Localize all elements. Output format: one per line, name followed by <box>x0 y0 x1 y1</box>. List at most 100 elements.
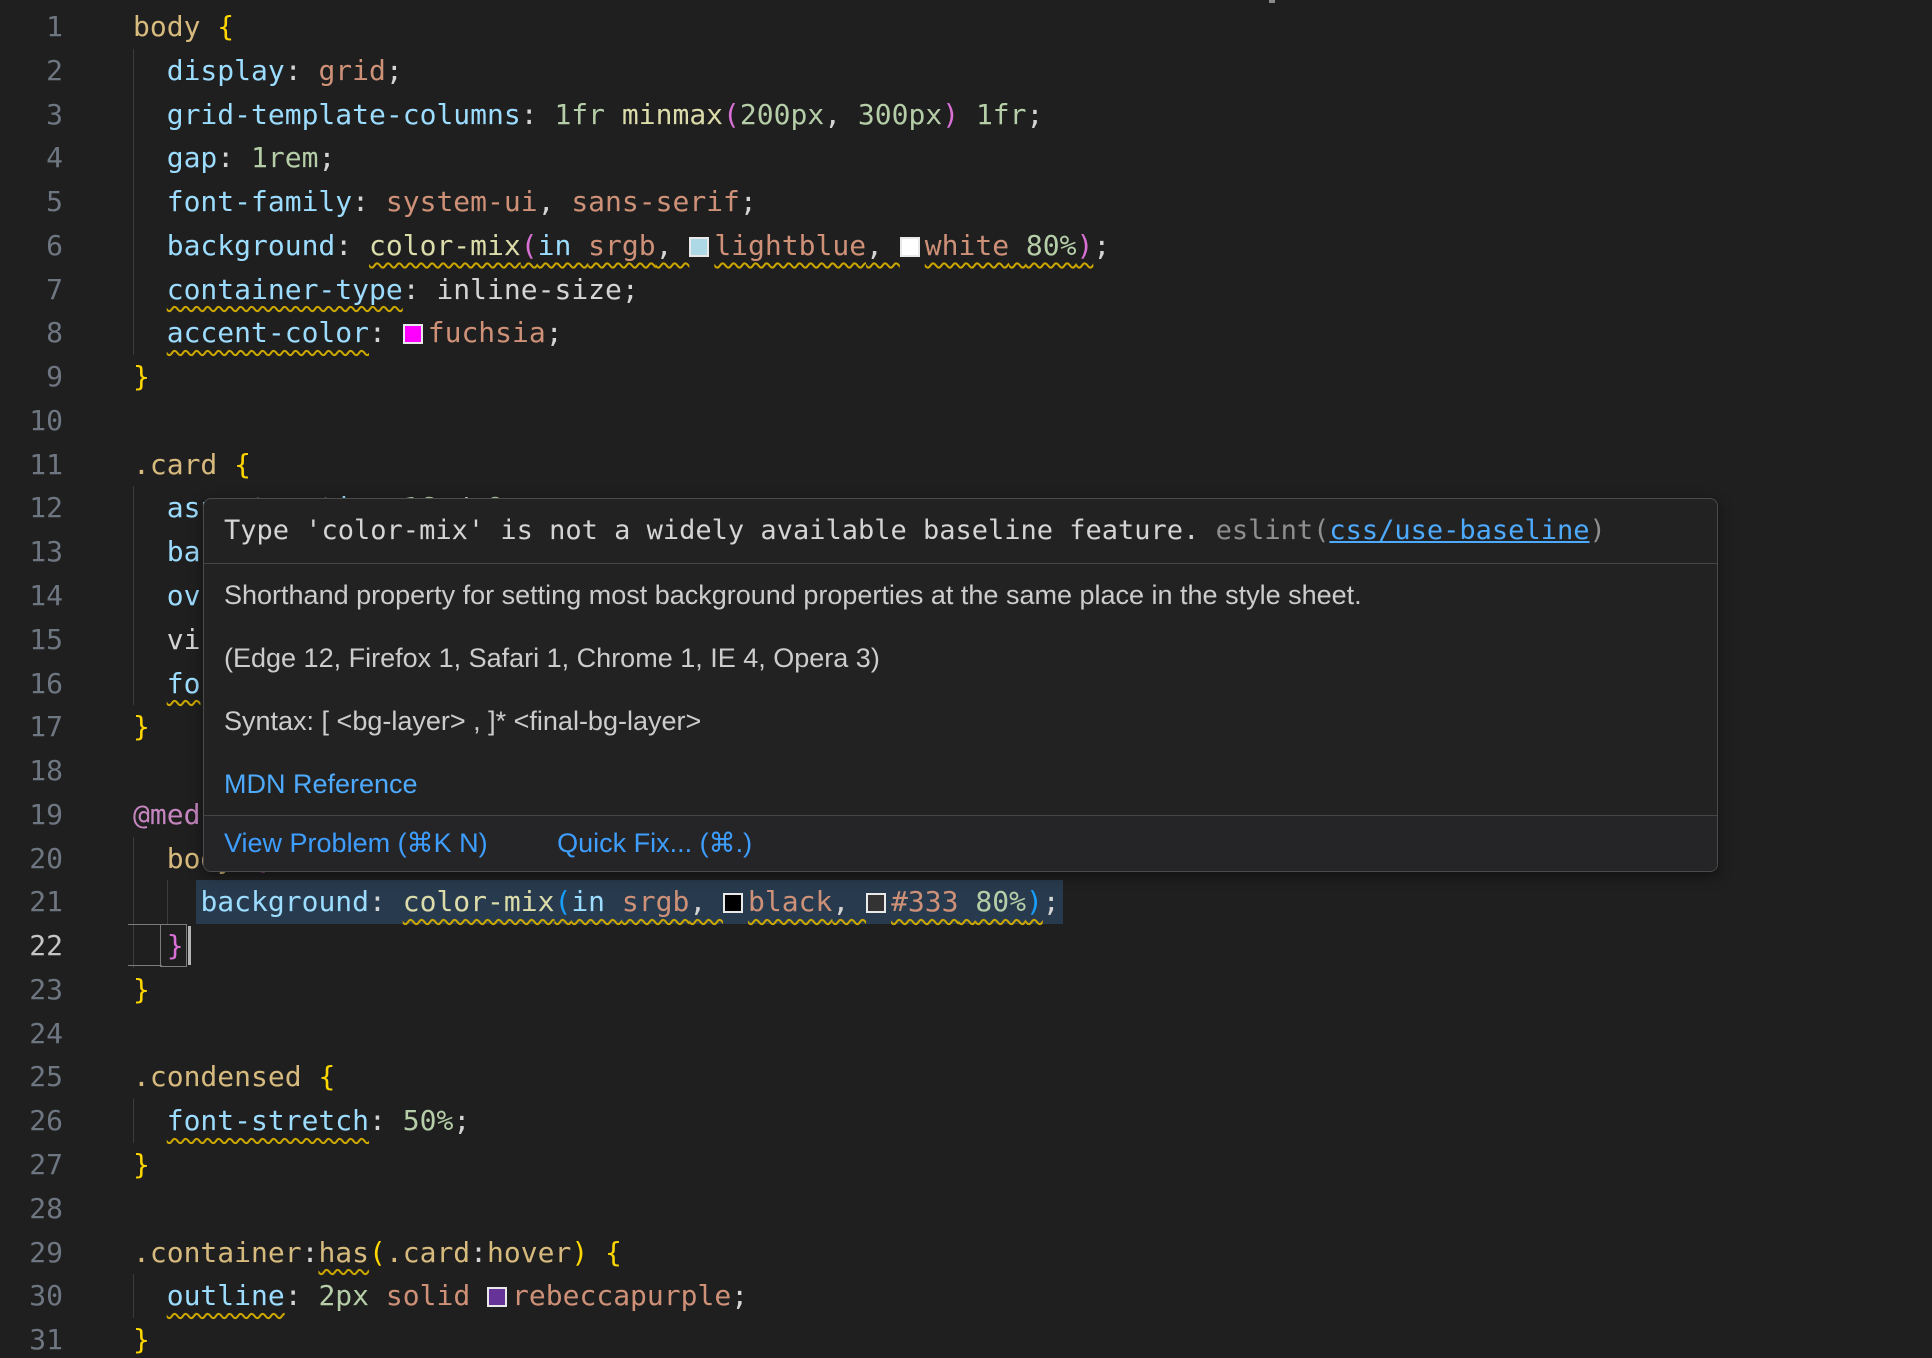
code-token[interactable]: : <box>217 141 251 174</box>
code-token[interactable]: ; <box>453 1104 470 1137</box>
line-number[interactable]: 31 <box>0 1318 63 1358</box>
code-token[interactable]: lightblue <box>714 229 866 262</box>
line-number[interactable]: 22 <box>0 924 63 968</box>
code-token[interactable]: : <box>369 1104 403 1137</box>
code-line[interactable]: 27} <box>0 1143 1932 1187</box>
code-token[interactable]: 1fr <box>976 98 1027 131</box>
code-line[interactable]: 6 background: color-mix(in srgb, lightbl… <box>0 224 1932 268</box>
code-text[interactable]: grid-template-columns: 1fr minmax(200px,… <box>133 93 1043 137</box>
color-swatch[interactable] <box>689 237 709 257</box>
code-token[interactable]: ( <box>554 885 571 918</box>
mdn-reference-link[interactable]: MDN Reference <box>224 753 1697 816</box>
code-token[interactable] <box>133 1104 167 1137</box>
code-token[interactable]: srgb <box>588 229 655 262</box>
code-token[interactable]: gap <box>167 141 218 174</box>
code-text[interactable]: fo <box>133 662 200 706</box>
code-token[interactable]: } <box>133 973 150 1006</box>
code-text[interactable]: @med <box>133 793 200 837</box>
code-token[interactable]: } <box>133 1323 150 1356</box>
code-token[interactable]: { <box>605 1236 622 1269</box>
code-token[interactable]: ; <box>318 141 335 174</box>
code-token[interactable]: has <box>318 1236 369 1269</box>
code-token[interactable]: ( <box>521 229 538 262</box>
code-token[interactable]: ; <box>386 54 403 87</box>
code-token[interactable] <box>133 54 167 87</box>
code-text[interactable]: accent-color: fuchsia; <box>133 311 563 355</box>
code-token[interactable]: black <box>748 885 832 918</box>
code-line[interactable]: 22 } <box>0 924 1932 968</box>
code-text[interactable]: container-type: inline-size; <box>133 268 639 312</box>
code-token[interactable] <box>605 98 622 131</box>
code-token[interactable] <box>133 185 167 218</box>
code-token[interactable]: { <box>217 10 234 43</box>
code-token[interactable]: .container <box>133 1236 302 1269</box>
code-token[interactable] <box>133 491 167 524</box>
code-text[interactable]: .container:has(.card:hover) { <box>133 1231 622 1275</box>
code-token[interactable]: , <box>866 229 900 262</box>
code-text[interactable]: body { <box>133 5 234 49</box>
code-token[interactable]: , <box>832 885 866 918</box>
code-line[interactable]: 2 display: grid; <box>0 49 1932 93</box>
code-token[interactable]: solid <box>386 1279 470 1312</box>
code-token[interactable]: 2px <box>318 1279 369 1312</box>
code-text[interactable]: } <box>133 968 150 1012</box>
code-text[interactable]: background: color-mix(in srgb, black, #3… <box>133 880 1060 924</box>
code-token[interactable] <box>133 842 167 875</box>
code-token[interactable]: ; <box>622 273 639 306</box>
code-token[interactable]: system-ui <box>386 185 538 218</box>
code-token[interactable]: container-type <box>167 273 403 306</box>
code-line[interactable]: 26 font-stretch: 50%; <box>0 1099 1932 1143</box>
code-token[interactable]: grid-template-columns <box>167 98 521 131</box>
code-token[interactable]: display <box>167 54 285 87</box>
line-number[interactable]: 13 <box>0 530 63 574</box>
code-token[interactable] <box>133 623 167 656</box>
code-token[interactable]: srgb <box>622 885 689 918</box>
code-token[interactable]: fo <box>167 667 201 700</box>
eslint-rule-link[interactable]: css/use-baseline <box>1329 515 1589 546</box>
code-token[interactable] <box>133 229 167 262</box>
code-token[interactable]: ) <box>942 98 959 131</box>
line-number[interactable]: 19 <box>0 793 63 837</box>
code-line[interactable]: 1body { <box>0 5 1932 49</box>
code-line[interactable]: 24 <box>0 1012 1932 1056</box>
code-line[interactable]: 23} <box>0 968 1932 1012</box>
code-token[interactable]: ( <box>723 98 740 131</box>
code-token[interactable]: ; <box>740 185 757 218</box>
color-swatch[interactable] <box>866 893 886 913</box>
code-token[interactable]: .card <box>133 448 234 481</box>
code-token[interactable]: inline-size <box>436 273 621 306</box>
code-token[interactable]: hover <box>487 1236 571 1269</box>
code-text[interactable]: vi <box>133 618 200 662</box>
code-line[interactable]: 7 container-type: inline-size; <box>0 268 1932 312</box>
line-number[interactable]: 9 <box>0 355 63 399</box>
view-problem-action[interactable]: View Problem (⌘K N) <box>224 828 488 858</box>
color-swatch[interactable] <box>900 237 920 257</box>
line-number[interactable]: 3 <box>0 93 63 137</box>
code-token[interactable]: rebeccapurple <box>512 1279 731 1312</box>
code-token[interactable]: , <box>824 98 858 131</box>
line-number[interactable]: 12 <box>0 486 63 530</box>
code-token[interactable]: color-mix <box>403 885 555 918</box>
code-token[interactable]: ov <box>167 579 201 612</box>
code-token[interactable]: ; <box>1043 885 1060 918</box>
code-token[interactable]: 200px <box>740 98 824 131</box>
code-token[interactable]: } <box>133 1148 150 1181</box>
code-token[interactable]: in <box>571 885 622 918</box>
line-number[interactable]: 29 <box>0 1231 63 1275</box>
code-token[interactable]: ba <box>167 535 201 568</box>
code-token[interactable]: sans-serif <box>571 185 740 218</box>
code-token[interactable]: @med <box>133 798 200 831</box>
code-token[interactable]: .condensed <box>133 1060 318 1093</box>
code-text[interactable]: font-stretch: 50%; <box>133 1099 470 1143</box>
line-number[interactable]: 2 <box>0 49 63 93</box>
code-line[interactable]: 9} <box>0 355 1932 399</box>
line-number[interactable]: 4 <box>0 136 63 180</box>
code-text[interactable]: outline: 2px solid rebeccapurple; <box>133 1274 748 1318</box>
code-token[interactable]: : <box>369 316 403 349</box>
code-token[interactable]: , <box>656 229 690 262</box>
code-token[interactable] <box>133 1279 167 1312</box>
code-token[interactable]: ( <box>369 1236 386 1269</box>
code-line[interactable]: 8 accent-color: fuchsia; <box>0 311 1932 355</box>
line-number[interactable]: 17 <box>0 705 63 749</box>
code-line[interactable]: 30 outline: 2px solid rebeccapurple; <box>0 1274 1932 1318</box>
